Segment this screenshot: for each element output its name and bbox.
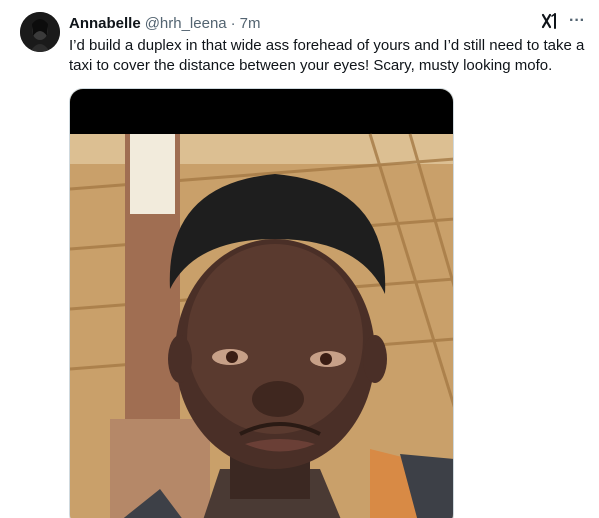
more-icon[interactable]: ··· [569,13,585,29]
avatar[interactable] [20,12,60,52]
tweet-card[interactable]: Annabelle @hrh_leena · 7m ··· I’d build … [0,0,599,518]
avatar-image [20,12,60,52]
author-display-name[interactable]: Annabelle [69,15,141,32]
tweet-header: Annabelle @hrh_leena · 7m [69,13,529,33]
tweet-text: I’d build a duplex in that wide ass fore… [69,37,585,74]
tweet-photo[interactable] [69,88,454,518]
author-handle[interactable]: @hrh_leena [145,15,227,32]
grok-icon[interactable] [541,12,559,30]
tweet-timestamp[interactable]: 7m [240,15,261,32]
photo-image [70,89,453,518]
header-actions: ··· [541,12,585,30]
header-separator: · [230,14,236,32]
